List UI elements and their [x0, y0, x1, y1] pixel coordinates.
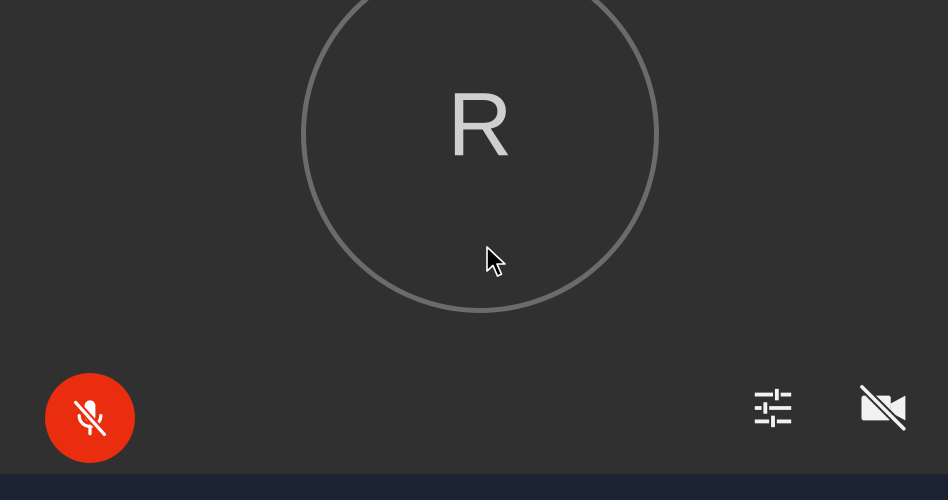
- mute-microphone-button[interactable]: [45, 373, 135, 463]
- bottom-bar: [0, 474, 948, 500]
- participant-initial: R: [447, 75, 513, 175]
- mouse-cursor-icon: [486, 246, 506, 277]
- video-tile: R: [0, 0, 948, 474]
- participant-avatar: R: [301, 0, 659, 313]
- mic-off-icon: [72, 399, 108, 437]
- camera-toggle-button[interactable]: [856, 380, 912, 436]
- sliders-icon: [754, 388, 792, 428]
- settings-button[interactable]: [745, 380, 801, 436]
- video-off-icon: [859, 384, 907, 432]
